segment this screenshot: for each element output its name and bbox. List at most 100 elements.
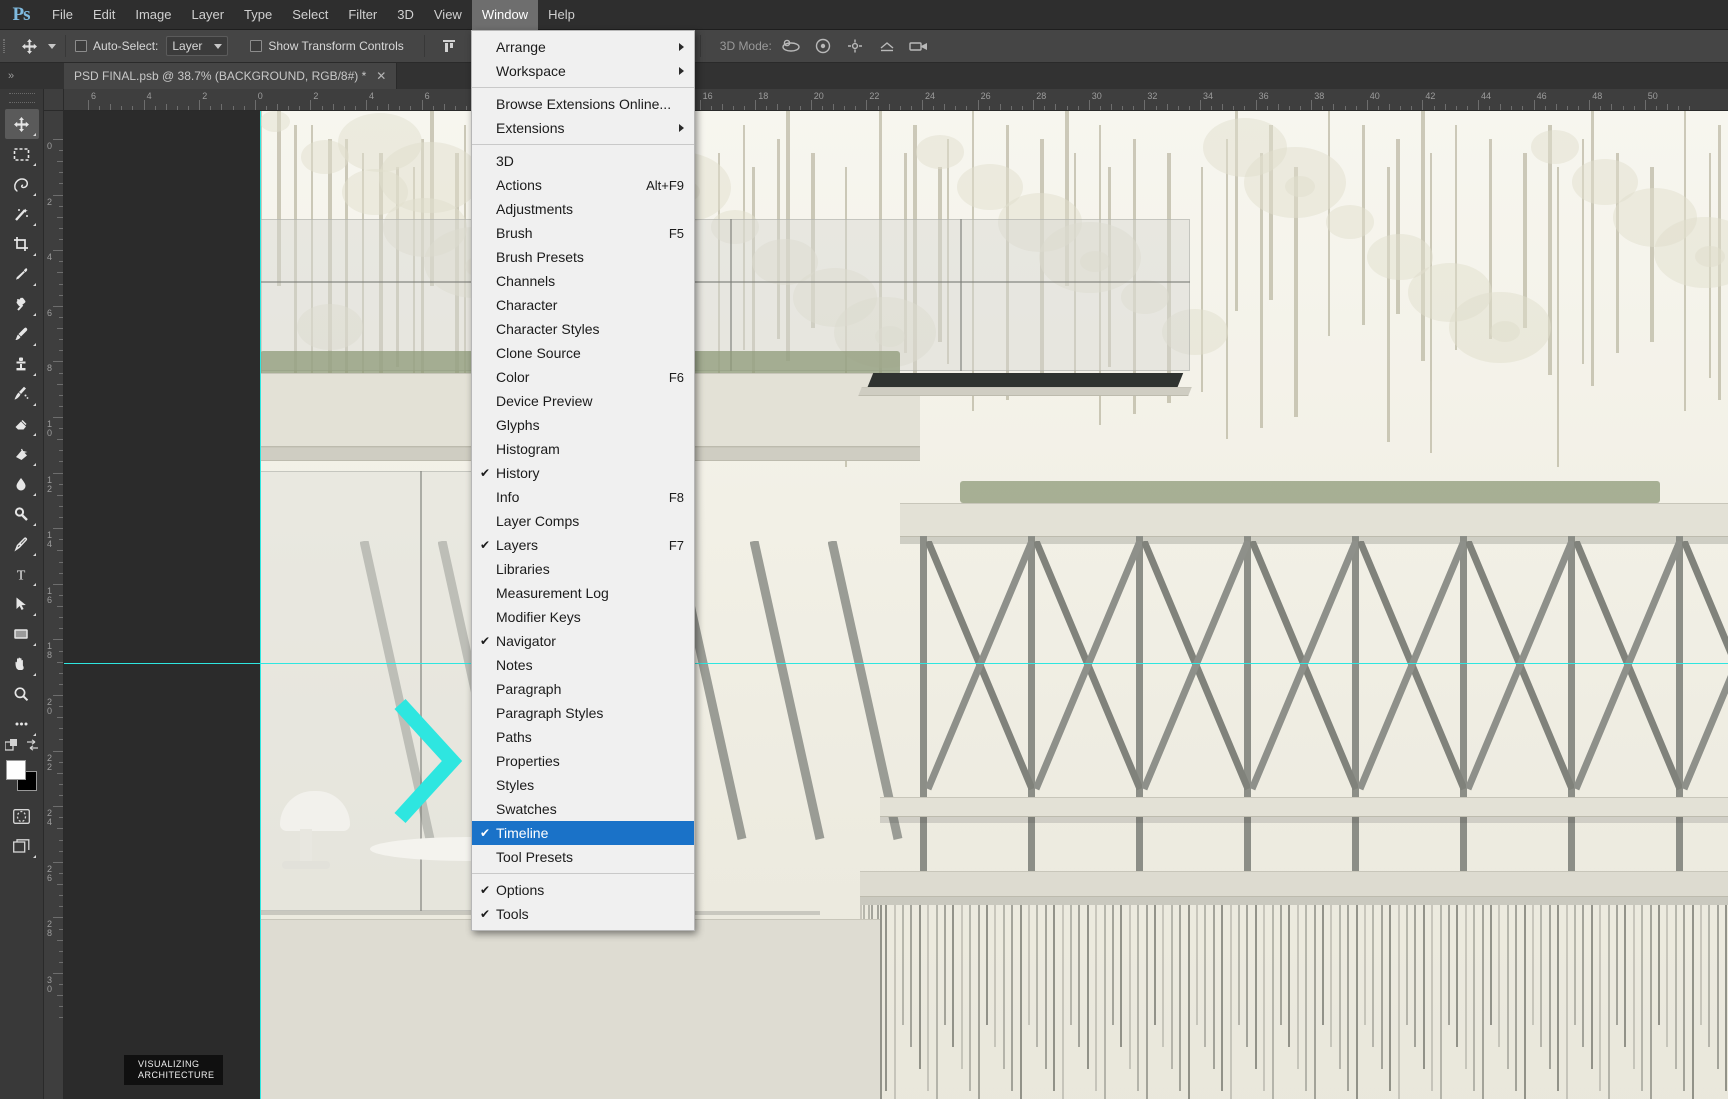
auto-select-checkbox-box[interactable]	[75, 40, 87, 52]
window-menu-item-styles[interactable]: Styles	[472, 773, 694, 797]
options-bar-grip[interactable]	[0, 30, 8, 63]
swap-colors-icon[interactable]	[26, 739, 39, 755]
show-transform-controls-checkbox[interactable]: Show Transform Controls	[250, 39, 403, 53]
rectangular-marquee-tool-icon[interactable]	[5, 139, 39, 169]
menu-edit[interactable]: Edit	[83, 0, 125, 30]
eyedropper-tool-icon[interactable]	[5, 259, 39, 289]
vertical-ruler[interactable]: 024681012141618202224262830	[44, 111, 64, 1099]
window-menu-item-tool-presets[interactable]: Tool Presets	[472, 845, 694, 869]
3d-orbit-icon[interactable]	[778, 35, 804, 57]
window-menu-item-tools[interactable]: ✔Tools	[472, 902, 694, 926]
window-menu-item-layers[interactable]: ✔LayersF7	[472, 533, 694, 557]
horizontal-guide-full[interactable]	[64, 663, 1728, 664]
screen-mode-icon[interactable]	[5, 831, 39, 861]
window-menu-item-device-preview[interactable]: Device Preview	[472, 389, 694, 413]
window-menu-item-clone-source[interactable]: Clone Source	[472, 341, 694, 365]
menu-view[interactable]: View	[424, 0, 472, 30]
blur-tool-icon[interactable]	[5, 469, 39, 499]
clone-stamp-tool-icon[interactable]	[5, 349, 39, 379]
window-menu-item-swatches[interactable]: Swatches	[472, 797, 694, 821]
rectangle-tool-icon[interactable]	[5, 619, 39, 649]
spot-healing-brush-tool-icon[interactable]	[5, 289, 39, 319]
document-tab[interactable]: PSD FINAL.psb @ 38.7% (BACKGROUND, RGB/8…	[64, 63, 397, 89]
menu-file[interactable]: File	[42, 0, 83, 30]
window-menu-item-notes[interactable]: Notes	[472, 653, 694, 677]
window-menu-item-extensions[interactable]: Extensions	[472, 116, 694, 140]
auto-select-scope-dropdown[interactable]: Layer	[166, 36, 228, 56]
dodge-tool-icon[interactable]	[5, 499, 39, 529]
quick-mask-icon[interactable]	[5, 801, 39, 831]
show-transform-checkbox-box[interactable]	[250, 40, 262, 52]
3d-pan-icon[interactable]	[842, 35, 868, 57]
menu-image[interactable]: Image	[125, 0, 181, 30]
window-menu-item-glyphs[interactable]: Glyphs	[472, 413, 694, 437]
3d-roll-icon[interactable]	[810, 35, 836, 57]
auto-select-checkbox[interactable]: Auto-Select:	[75, 39, 158, 53]
window-menu-item-character[interactable]: Character	[472, 293, 694, 317]
menu-layer[interactable]: Layer	[182, 0, 235, 30]
window-menu-item-navigator[interactable]: ✔Navigator	[472, 629, 694, 653]
default-colors-icon[interactable]	[5, 739, 18, 755]
window-menu-item-brush[interactable]: BrushF5	[472, 221, 694, 245]
window-menu-item-color[interactable]: ColorF6	[472, 365, 694, 389]
hand-tool-icon[interactable]	[5, 649, 39, 679]
window-menu-item-info[interactable]: InfoF8	[472, 485, 694, 509]
menu-select[interactable]: Select	[282, 0, 338, 30]
menu-type[interactable]: Type	[234, 0, 282, 30]
canvas-area[interactable]: VISUALIZING ARCHITECTURE	[64, 111, 1728, 1099]
window-menu-item-paths[interactable]: Paths	[472, 725, 694, 749]
panel-expand-icon[interactable]: »	[0, 63, 64, 89]
close-icon[interactable]: ✕	[376, 69, 386, 83]
menu-filter[interactable]: Filter	[338, 0, 387, 30]
window-menu-item-character-styles[interactable]: Character Styles	[472, 317, 694, 341]
horizontal-type-tool-icon[interactable]: T	[5, 559, 39, 589]
pen-tool-icon[interactable]	[5, 529, 39, 559]
gradient-tool-icon[interactable]	[5, 439, 39, 469]
render-tree-trunk	[1297, 905, 1299, 1069]
window-menu-item-adjustments[interactable]: Adjustments	[472, 197, 694, 221]
3d-camera-icon[interactable]	[906, 35, 932, 57]
toolbox-grip[interactable]	[9, 93, 35, 103]
window-menu-item-history[interactable]: ✔History	[472, 461, 694, 485]
window-menu-item-paragraph[interactable]: Paragraph	[472, 677, 694, 701]
window-menu-item-workspace[interactable]: Workspace	[472, 59, 694, 83]
window-menu-item-options[interactable]: ✔Options	[472, 878, 694, 902]
move-tool-icon[interactable]	[5, 109, 39, 139]
window-menu-item-measurement-log[interactable]: Measurement Log	[472, 581, 694, 605]
path-selection-tool-icon[interactable]	[5, 589, 39, 619]
zoom-tool-icon[interactable]	[5, 679, 39, 709]
render-tree-trunk	[961, 905, 963, 1069]
brush-tool-icon[interactable]	[5, 319, 39, 349]
3d-slide-icon[interactable]	[874, 35, 900, 57]
edit-toolbar-tool-icon[interactable]	[5, 709, 39, 739]
window-menu-item-modifier-keys[interactable]: Modifier Keys	[472, 605, 694, 629]
menu-help[interactable]: Help	[538, 0, 585, 30]
align-top-edges-icon[interactable]	[438, 35, 460, 57]
history-brush-tool-icon[interactable]	[5, 379, 39, 409]
crop-tool-icon[interactable]	[5, 229, 39, 259]
lasso-tool-icon[interactable]	[5, 169, 39, 199]
window-menu-item-layer-comps[interactable]: Layer Comps	[472, 509, 694, 533]
eraser-tool-icon[interactable]	[5, 409, 39, 439]
window-menu-item-actions[interactable]: ActionsAlt+F9	[472, 173, 694, 197]
window-menu-item-paragraph-styles[interactable]: Paragraph Styles	[472, 701, 694, 725]
window-menu-dropdown[interactable]: ArrangeWorkspace Browse Extensions Online…	[471, 30, 695, 931]
move-tool-icon[interactable]	[16, 35, 42, 57]
vertical-guide-left[interactable]	[260, 111, 261, 1099]
window-menu-item-libraries[interactable]: Libraries	[472, 557, 694, 581]
menu-3d[interactable]: 3D	[387, 0, 424, 30]
window-menu-item-arrange[interactable]: Arrange	[472, 35, 694, 59]
window-menu-item-properties[interactable]: Properties	[472, 749, 694, 773]
foreground-color-swatch[interactable]	[6, 760, 26, 780]
tool-preset-chevron-down-icon[interactable]	[48, 44, 56, 49]
window-menu-item-brush-presets[interactable]: Brush Presets	[472, 245, 694, 269]
magic-wand-tool-icon[interactable]	[5, 199, 39, 229]
window-menu-item-channels[interactable]: Channels	[472, 269, 694, 293]
menu-window[interactable]: Window	[472, 0, 538, 30]
ruler-origin-corner[interactable]	[44, 89, 64, 111]
window-menu-item-browse-extensions-online[interactable]: Browse Extensions Online...	[472, 92, 694, 116]
horizontal-ruler[interactable]: 6420246810121416182022242628303234363840…	[64, 89, 1728, 111]
window-menu-item-timeline[interactable]: ✔Timeline	[472, 821, 694, 845]
window-menu-item-3d[interactable]: 3D	[472, 149, 694, 173]
window-menu-item-histogram[interactable]: Histogram	[472, 437, 694, 461]
